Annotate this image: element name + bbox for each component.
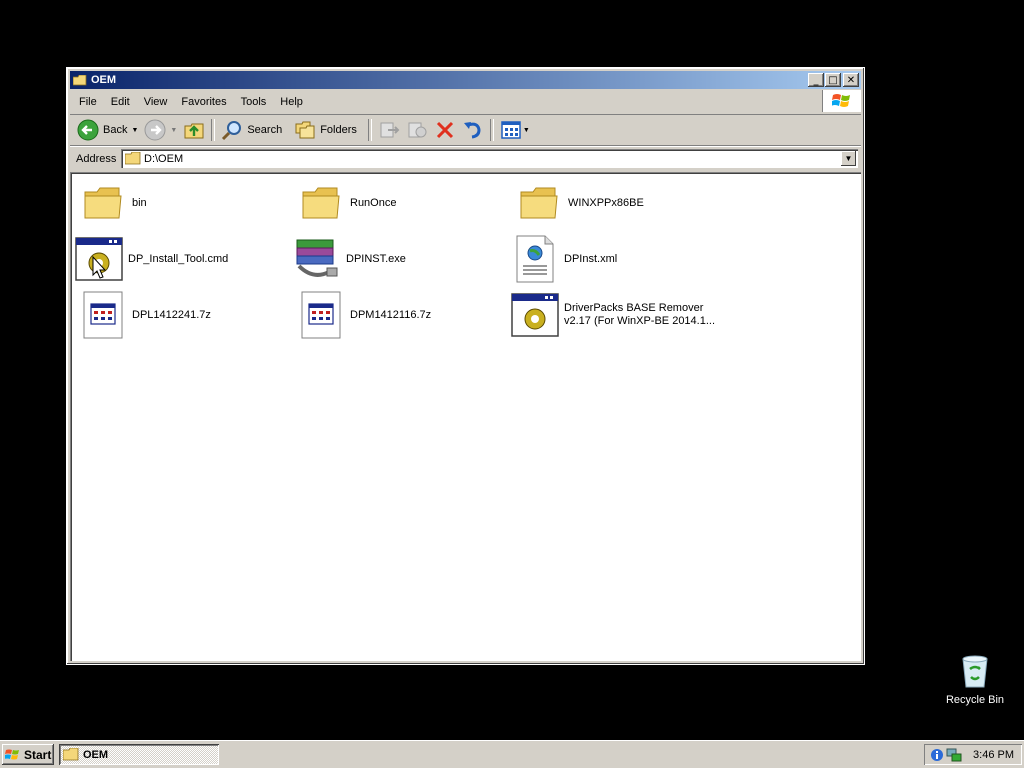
explorer-window: OEM _ □ ✕ File Edit View Favorites Tools… — [66, 67, 865, 665]
address-value: D:\OEM — [144, 152, 184, 165]
up-folder-button[interactable] — [180, 117, 208, 143]
delete-icon — [436, 121, 453, 139]
toolbar: Back ▼ ▼ Search Folders ▼ — [70, 115, 861, 146]
file-item[interactable]: DPL1412241.7z — [78, 290, 288, 340]
folder-icon — [302, 187, 340, 219]
taskbar-item-label: OEM — [83, 748, 109, 761]
batch-file-icon — [511, 293, 559, 337]
address-input[interactable]: D:\OEM ▼ — [121, 149, 858, 168]
back-button[interactable]: Back ▼ — [74, 117, 141, 143]
toolbar-separator — [211, 119, 216, 141]
file-item[interactable]: DPInst.xml — [510, 234, 720, 284]
recycle-bin-label: Recycle Bin — [945, 694, 1005, 706]
file-item[interactable]: DP_Install_Tool.cmd — [74, 234, 284, 284]
copy-to-button[interactable] — [403, 117, 431, 143]
back-dropdown-icon[interactable]: ▼ — [131, 127, 138, 134]
folder-icon — [84, 187, 122, 219]
system-tray: 3:46 PM — [924, 744, 1022, 765]
up-folder-icon — [184, 123, 204, 139]
folders-icon — [295, 121, 315, 139]
address-bar: Address D:\OEM ▼ — [70, 147, 861, 171]
menu-tools[interactable]: Tools — [234, 96, 274, 108]
file-item[interactable]: WINXPPx86BE — [514, 178, 724, 228]
undo-icon — [463, 122, 481, 139]
start-button[interactable]: Start — [2, 744, 54, 765]
back-arrow-icon — [77, 119, 99, 141]
forward-button[interactable]: ▼ — [141, 117, 180, 143]
folder-icon — [520, 187, 558, 219]
views-button[interactable]: ▼ — [497, 117, 533, 143]
back-label: Back — [103, 124, 128, 136]
minimize-button[interactable]: _ — [808, 73, 824, 87]
file-name: DPINST.exe — [346, 252, 406, 265]
taskbar: Start OEM 3:46 PM — [0, 740, 1024, 768]
file-item[interactable]: DPINST.exe — [292, 234, 502, 284]
views-dropdown-icon[interactable]: ▼ — [523, 127, 530, 134]
move-to-icon — [380, 122, 400, 138]
installer-icon — [296, 239, 338, 277]
menu-bar: File Edit View Favorites Tools Help — [70, 90, 861, 115]
folders-button[interactable]: Folders — [291, 117, 360, 143]
toolbar-separator — [367, 119, 372, 141]
views-icon — [501, 121, 521, 139]
window-title: OEM — [91, 74, 117, 86]
forward-arrow-icon — [144, 119, 166, 141]
info-icon[interactable] — [930, 748, 944, 762]
maximize-button[interactable]: □ — [825, 73, 841, 87]
clock: 3:46 PM — [973, 748, 1014, 761]
copy-to-icon — [408, 122, 427, 138]
toolbar-separator — [489, 119, 494, 141]
file-name: DPM1412116.7z — [350, 308, 432, 321]
folder-icon — [73, 74, 87, 85]
file-item[interactable]: DPM1412116.7z — [296, 290, 506, 340]
file-item[interactable]: RunOnce — [296, 178, 506, 228]
network-icon[interactable] — [946, 748, 962, 762]
menu-help[interactable]: Help — [273, 96, 310, 108]
file-name: DriverPacks BASE Remover v2.17 (For WinX… — [564, 302, 716, 327]
recycle-bin-icon — [962, 655, 988, 688]
address-label: Address — [76, 153, 117, 165]
undo-button[interactable] — [459, 117, 487, 143]
search-label: Search — [247, 124, 283, 136]
file-name: bin — [132, 196, 147, 209]
search-button[interactable]: Search — [218, 117, 285, 143]
start-label: Start — [24, 747, 52, 762]
file-name: DPInst.xml — [564, 252, 618, 265]
file-name: DP_Install_Tool.cmd — [128, 252, 229, 265]
file-view: bin RunOnce WINXPPx86BE DP_Install_Tool.… — [70, 172, 861, 661]
address-dropdown-button[interactable]: ▼ — [841, 151, 856, 166]
folder-icon — [125, 152, 141, 165]
menu-file[interactable]: File — [70, 96, 104, 108]
folders-label: Folders — [320, 124, 357, 136]
recycle-bin[interactable]: Recycle Bin — [940, 655, 1010, 706]
move-to-button[interactable] — [375, 117, 403, 143]
xml-file-icon — [516, 235, 554, 283]
file-name: WINXPPx86BE — [568, 196, 644, 209]
close-button[interactable]: ✕ — [843, 73, 859, 87]
menu-edit[interactable]: Edit — [104, 96, 137, 108]
file-name: RunOnce — [350, 196, 397, 209]
forward-dropdown-icon[interactable]: ▼ — [170, 127, 177, 134]
windows-logo-icon — [822, 90, 861, 112]
folder-icon — [63, 748, 79, 761]
archive-file-icon — [301, 291, 341, 339]
file-item[interactable]: DriverPacks BASE Remover v2.17 (For WinX… — [510, 290, 810, 340]
batch-file-icon — [75, 237, 123, 281]
archive-file-icon — [83, 291, 123, 339]
windows-logo-icon — [5, 749, 19, 759]
title-bar[interactable]: OEM _ □ ✕ — [70, 71, 861, 89]
taskbar-item-oem[interactable]: OEM — [59, 744, 219, 765]
file-name: DPL1412241.7z — [132, 308, 211, 321]
search-icon — [222, 121, 242, 141]
menu-favorites[interactable]: Favorites — [174, 96, 233, 108]
menu-view[interactable]: View — [137, 96, 175, 108]
file-item[interactable]: bin — [78, 178, 288, 228]
delete-button[interactable] — [431, 117, 459, 143]
